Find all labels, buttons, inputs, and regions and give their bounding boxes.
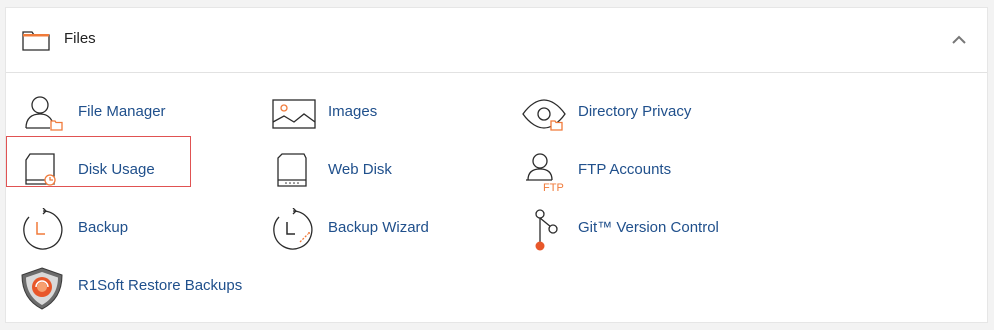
ftp-accounts-link[interactable]: FTP FTP Accounts	[520, 146, 720, 198]
item-label: Backup	[78, 219, 129, 236]
images-link[interactable]: Images	[270, 88, 420, 140]
item-label: FTP Accounts	[578, 161, 672, 178]
item-label: Web Disk	[328, 161, 392, 178]
chevron-up-icon[interactable]	[949, 32, 969, 48]
images-icon	[272, 99, 316, 129]
disk-usage-highlight	[6, 136, 191, 187]
r1soft-restore-backups-link[interactable]: R1Soft Restore Backups	[20, 262, 250, 314]
git-version-control-link[interactable]: Git™ Version Control	[520, 204, 740, 256]
backup-wizard-link[interactable]: Backup Wizard	[270, 204, 450, 256]
files-panel-header[interactable]: Files	[6, 8, 987, 73]
git-version-control-icon	[535, 209, 558, 251]
item-label: Images	[328, 103, 378, 120]
ftp-icon-text: FTP	[543, 182, 564, 194]
item-label: Directory Privacy	[578, 103, 692, 120]
item-label: File Manager	[78, 103, 166, 120]
web-disk-link[interactable]: Web Disk	[270, 146, 420, 198]
item-label: Backup Wizard	[328, 219, 429, 236]
file-manager-link[interactable]: File Manager	[20, 88, 190, 140]
file-manager-icon	[25, 96, 63, 131]
item-label: R1Soft Restore Backups	[78, 277, 243, 294]
directory-privacy-link[interactable]: Directory Privacy	[520, 88, 720, 140]
backup-link[interactable]: Backup	[20, 204, 190, 256]
section-title: Files	[64, 30, 96, 47]
backup-icon	[23, 208, 63, 250]
ftp-accounts-icon: FTP	[526, 153, 564, 194]
r1soft-shield-icon	[21, 267, 63, 310]
web-disk-icon	[277, 153, 307, 187]
folder-icon	[22, 31, 50, 51]
directory-privacy-icon	[522, 99, 566, 131]
item-label: Git™ Version Control	[578, 219, 719, 236]
backup-wizard-icon	[273, 208, 313, 250]
